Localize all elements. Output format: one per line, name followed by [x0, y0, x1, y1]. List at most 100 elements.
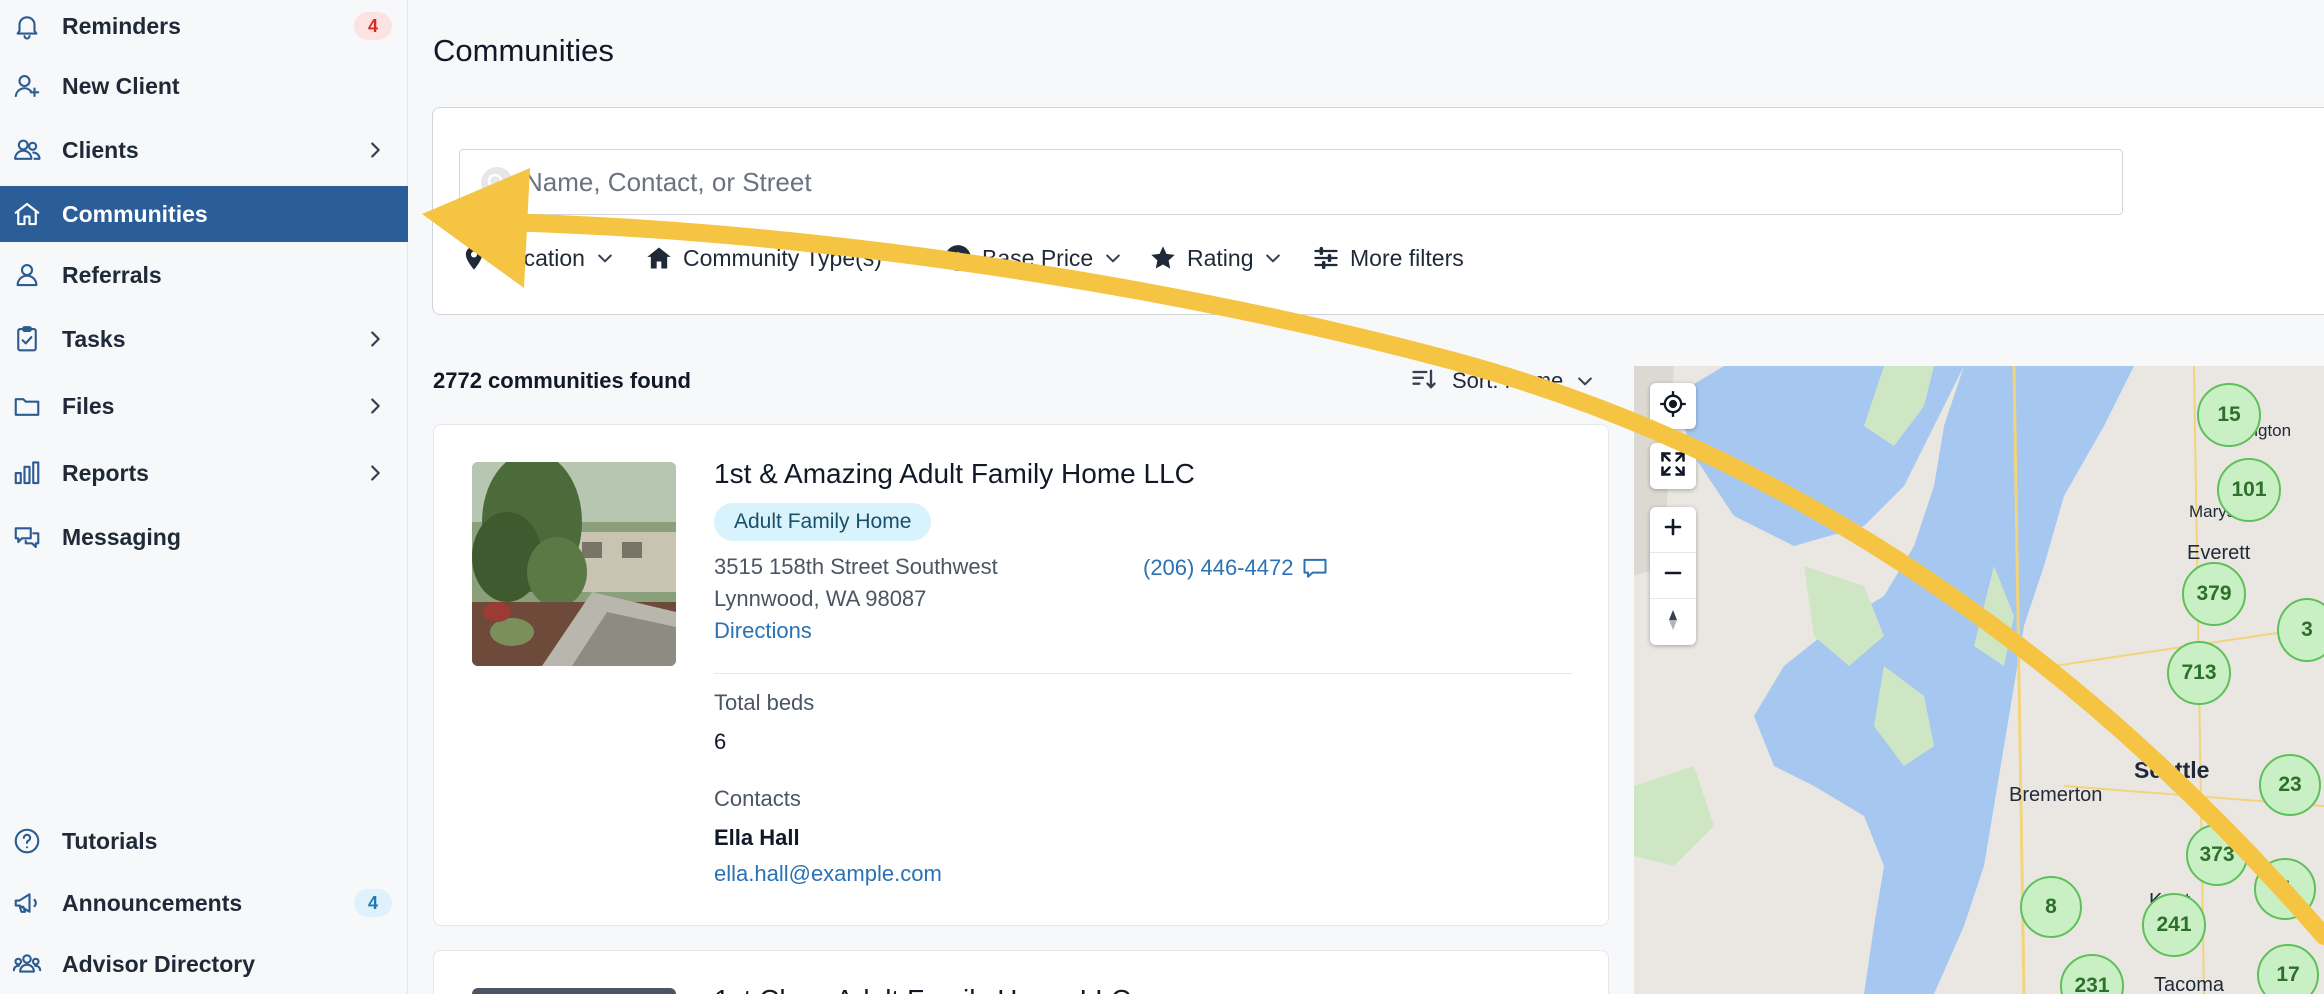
- sidebar-item-label: Tutorials: [62, 827, 158, 854]
- sidebar-item-label: Communities: [62, 200, 208, 227]
- search-icon: [480, 166, 514, 200]
- megaphone-icon: [12, 888, 42, 918]
- sidebar-item-tutorials[interactable]: Tutorials: [0, 813, 408, 869]
- card-divider: [714, 673, 1572, 674]
- chevron-down-icon: [595, 248, 615, 268]
- compass-button[interactable]: [1650, 599, 1696, 645]
- search-box[interactable]: [459, 149, 2123, 215]
- map-cluster[interactable]: 101: [2217, 458, 2281, 522]
- sidebar-item-label: Advisor Directory: [62, 950, 256, 977]
- filter-more[interactable]: More filters: [1312, 240, 1464, 276]
- sidebar-item-label: Reports: [62, 459, 149, 486]
- sidebar-item-files[interactable]: Files: [0, 378, 408, 434]
- contact-name: Ella Hall: [714, 825, 800, 850]
- filter-label: Rating: [1187, 244, 1254, 271]
- chevron-down-icon: [1103, 248, 1123, 268]
- directions-link[interactable]: Directions: [714, 618, 812, 644]
- address-line-1: 3515 158th Street Southwest: [714, 554, 998, 579]
- map-pin-icon: [460, 244, 488, 272]
- sidebar: Reminders 4 New Client Clients Communiti…: [0, 0, 408, 994]
- phone-contact[interactable]: (206) 446-4472: [1143, 554, 1329, 582]
- clipboard-icon: [12, 324, 42, 354]
- page-title: Communities: [433, 33, 614, 68]
- filter-rating[interactable]: Rating: [1149, 240, 1283, 276]
- contacts-label: Contacts: [714, 786, 801, 811]
- map-cluster[interactable]: 373: [2186, 824, 2248, 886]
- results-count: 2772 communities found: [433, 368, 691, 393]
- filter-label: Base Price: [982, 244, 1094, 271]
- map-label-bremerton: Bremerton: [2009, 784, 2103, 806]
- chevron-down-icon: [1575, 371, 1595, 391]
- home-solid-icon: [645, 244, 673, 272]
- add-user-icon: [12, 71, 42, 101]
- sidebar-item-label: Clients: [62, 136, 139, 163]
- community-photo[interactable]: [472, 988, 676, 994]
- map-cluster[interactable]: 8: [2020, 876, 2082, 938]
- community-name[interactable]: 1st Class Adult Family Home LLC: [714, 984, 1131, 994]
- map-label-seattle: Seattle: [2134, 757, 2210, 783]
- sidebar-item-advisor-directory[interactable]: Advisor Directory: [0, 936, 408, 992]
- sort-icon: [1410, 365, 1438, 398]
- chat-bubbles-icon: [12, 522, 42, 552]
- contact-email-link[interactable]: ella.hall@example.com: [714, 861, 942, 887]
- map-cluster[interactable]: 23: [2259, 754, 2321, 816]
- sort-dropdown[interactable]: Sort: Name: [1410, 363, 1595, 399]
- chevron-down-icon: [1263, 248, 1283, 268]
- address-line-2: Lynnwood, WA 98087: [714, 586, 927, 611]
- users-icon: [12, 135, 42, 165]
- users-group-icon: [12, 949, 42, 979]
- bell-icon: [12, 11, 42, 41]
- compass-icon: [1661, 608, 1685, 637]
- sidebar-item-label: Files: [62, 392, 115, 419]
- map-label-tacoma: Tacoma: [2154, 974, 2225, 994]
- map-cluster[interactable]: 15: [2197, 383, 2261, 447]
- sidebar-item-messaging[interactable]: Messaging: [0, 509, 408, 565]
- fullscreen-button[interactable]: [1650, 443, 1696, 489]
- sidebar-item-announcements[interactable]: Announcements 4: [0, 875, 408, 931]
- map-cluster[interactable]: 241: [2142, 893, 2206, 957]
- crosshair-icon: [1659, 390, 1687, 423]
- filter-community-type[interactable]: Community Type(s): [645, 240, 912, 276]
- total-beds-value: 6: [714, 729, 727, 754]
- chat-icon[interactable]: [1301, 554, 1329, 582]
- community-name[interactable]: 1st & Amazing Adult Family Home LLC: [714, 458, 1195, 490]
- sidebar-item-new-client[interactable]: New Client: [0, 58, 408, 114]
- filter-label: Location: [498, 244, 585, 271]
- map-cluster[interactable]: 379: [2182, 562, 2246, 626]
- zoom-out-button[interactable]: [1650, 553, 1696, 599]
- chevron-down-icon: [892, 248, 912, 268]
- star-icon: [1149, 244, 1177, 272]
- reminders-count-badge: 4: [354, 12, 392, 40]
- filter-base-price[interactable]: $ Base Price: [944, 240, 1123, 276]
- map-cluster[interactable]: 4: [2254, 858, 2316, 920]
- minus-icon: [1661, 561, 1685, 590]
- sliders-icon: [1312, 244, 1340, 272]
- filter-label: More filters: [1350, 244, 1464, 271]
- total-beds-label: Total beds: [714, 690, 815, 715]
- chevron-right-icon: [364, 462, 386, 484]
- announcements-count-badge: 4: [354, 889, 392, 917]
- sidebar-item-communities[interactable]: Communities: [0, 186, 408, 242]
- sort-label: Sort: Name: [1452, 368, 1564, 393]
- sidebar-item-label: Referrals: [62, 261, 162, 288]
- sidebar-item-referrals[interactable]: Referrals: [0, 247, 408, 303]
- user-icon: [12, 260, 42, 290]
- chevron-right-icon: [364, 139, 386, 161]
- zoom-in-button[interactable]: [1650, 507, 1696, 553]
- dollar-circle-icon: $: [944, 244, 972, 272]
- sidebar-item-clients[interactable]: Clients: [0, 122, 408, 178]
- search-input[interactable]: [524, 160, 2024, 204]
- sidebar-item-reminders[interactable]: Reminders 4: [0, 0, 408, 54]
- map-cluster[interactable]: 713: [2167, 641, 2231, 705]
- community-photo[interactable]: [472, 462, 676, 666]
- sidebar-item-label: New Client: [62, 72, 180, 99]
- folder-icon: [12, 391, 42, 421]
- sidebar-item-label: Reminders: [62, 12, 181, 39]
- sidebar-item-reports[interactable]: Reports: [0, 445, 408, 501]
- chevron-right-icon: [364, 395, 386, 417]
- filter-label: Community Type(s): [683, 244, 882, 271]
- phone-link[interactable]: (206) 446-4472: [1143, 555, 1293, 581]
- filter-location[interactable]: Location: [460, 240, 615, 276]
- sidebar-item-tasks[interactable]: Tasks: [0, 311, 408, 367]
- locate-me-button[interactable]: [1650, 383, 1696, 429]
